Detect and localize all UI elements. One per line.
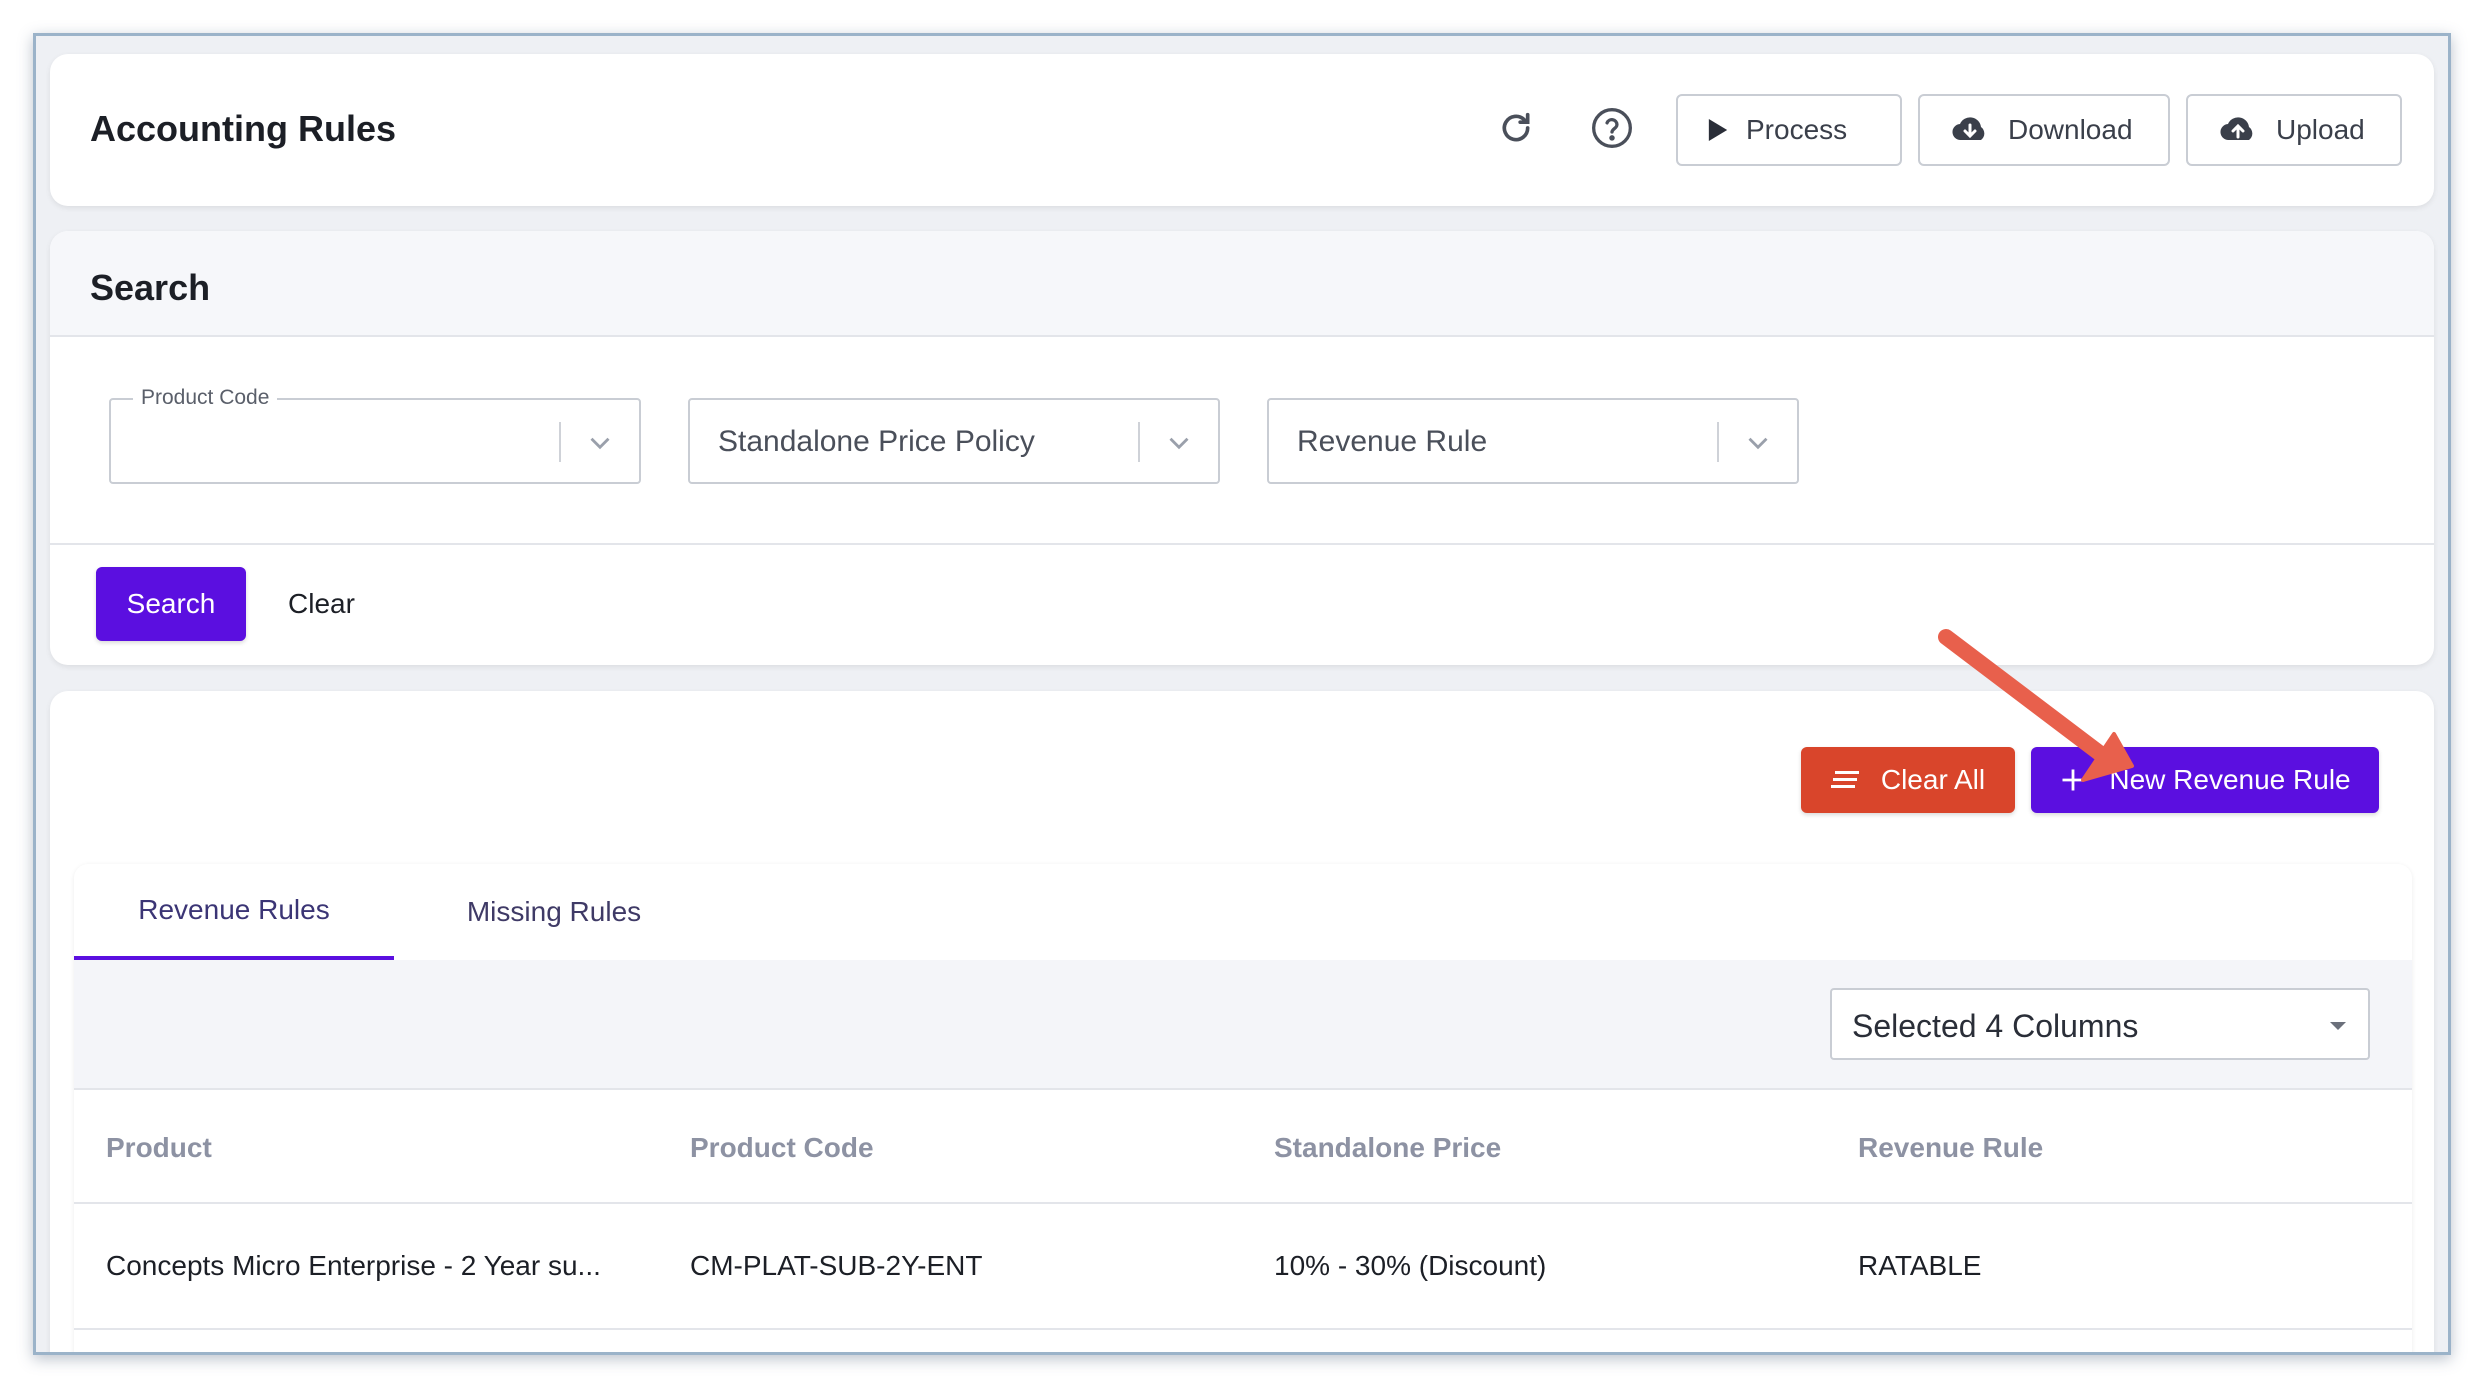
caret-down-icon — [2330, 1022, 2346, 1030]
new-revenue-rule-label: New Revenue Rule — [2109, 764, 2351, 795]
column-header-product-code[interactable]: Product Code — [690, 1132, 874, 1164]
chevron-down-icon — [590, 437, 610, 450]
clear-list-icon — [1830, 771, 1859, 788]
cell-revenue-rule: RATABLE — [1858, 1250, 1982, 1281]
download-button[interactable]: Download — [1918, 94, 2170, 166]
cloud-upload-icon — [2220, 117, 2253, 141]
results-panel: Clear All New Revenue Rule Revenue Rules… — [50, 691, 2434, 1352]
revenue-rule-select[interactable]: Revenue Rule — [1267, 398, 1799, 484]
clear-all-label: Clear All — [1880, 764, 1986, 795]
tab-revenue-rules[interactable]: Revenue Rules — [74, 864, 394, 960]
column-header-product[interactable]: Product — [106, 1132, 212, 1164]
revenue-rule-placeholder: Revenue Rule — [1297, 425, 1488, 458]
chevron-down-icon — [1169, 437, 1189, 450]
select-divider — [1717, 422, 1719, 462]
clear-all-button[interactable]: Clear All — [1801, 747, 2015, 813]
clear-button[interactable]: Clear — [288, 588, 355, 620]
upload-button-label: Upload — [2276, 114, 2365, 145]
standalone-price-policy-select[interactable]: Standalone Price Policy — [688, 398, 1220, 484]
cell-product: Concepts Micro Enterprise - 2 Year su... — [106, 1250, 601, 1281]
help-icon[interactable] — [1588, 104, 1636, 152]
process-button-label: Process — [1746, 114, 1848, 145]
page-header: Accounting Rules Process Download Upload — [50, 54, 2434, 206]
play-icon — [1708, 119, 1728, 141]
column-header-revenue-rule[interactable]: Revenue Rule — [1858, 1132, 2043, 1164]
plus-icon — [2062, 769, 2084, 791]
search-panel: Search Product Code Standalone Price Pol… — [50, 231, 2434, 665]
column-header-standalone-price[interactable]: Standalone Price — [1274, 1132, 1501, 1164]
search-button[interactable]: Search — [96, 567, 246, 641]
app-window: Accounting Rules Process Download Upload… — [33, 33, 2451, 1355]
select-divider — [559, 422, 561, 462]
table-header: Product Product Code Standalone Price Re… — [74, 1090, 2412, 1204]
table-toolbar: Selected 4 Columns — [74, 960, 2412, 1090]
standalone-price-policy-placeholder: Standalone Price Policy — [718, 425, 1035, 458]
new-revenue-rule-button[interactable]: New Revenue Rule — [2031, 747, 2379, 813]
upload-button[interactable]: Upload — [2186, 94, 2402, 166]
table-row[interactable]: Concepts Micro Enterprise - 2 Year su...… — [74, 1204, 2412, 1330]
cell-standalone-price: 10% - 30% (Discount) — [1274, 1250, 1547, 1281]
column-selector-value: Selected 4 Columns — [1852, 1008, 2139, 1044]
search-title: Search — [90, 267, 211, 308]
cell-product-code: CM-PLAT-SUB-2Y-ENT — [690, 1250, 983, 1281]
rules-table-panel: Revenue Rules Missing Rules Selected 4 C… — [74, 864, 2412, 1352]
select-divider — [1138, 422, 1140, 462]
chevron-down-icon — [1748, 437, 1768, 450]
download-button-label: Download — [2008, 114, 2133, 145]
cloud-download-icon — [1952, 117, 1985, 141]
column-selector[interactable]: Selected 4 Columns — [1830, 988, 2370, 1060]
process-button[interactable]: Process — [1676, 94, 1902, 166]
divider — [50, 543, 2434, 545]
refresh-icon[interactable] — [1492, 104, 1540, 152]
search-panel-header: Search — [50, 231, 2434, 337]
page-title: Accounting Rules — [90, 108, 397, 149]
product-code-select[interactable]: Product Code — [109, 386, 641, 484]
product-code-label: Product Code — [133, 386, 278, 410]
tab-missing-rules[interactable]: Missing Rules — [434, 864, 674, 960]
